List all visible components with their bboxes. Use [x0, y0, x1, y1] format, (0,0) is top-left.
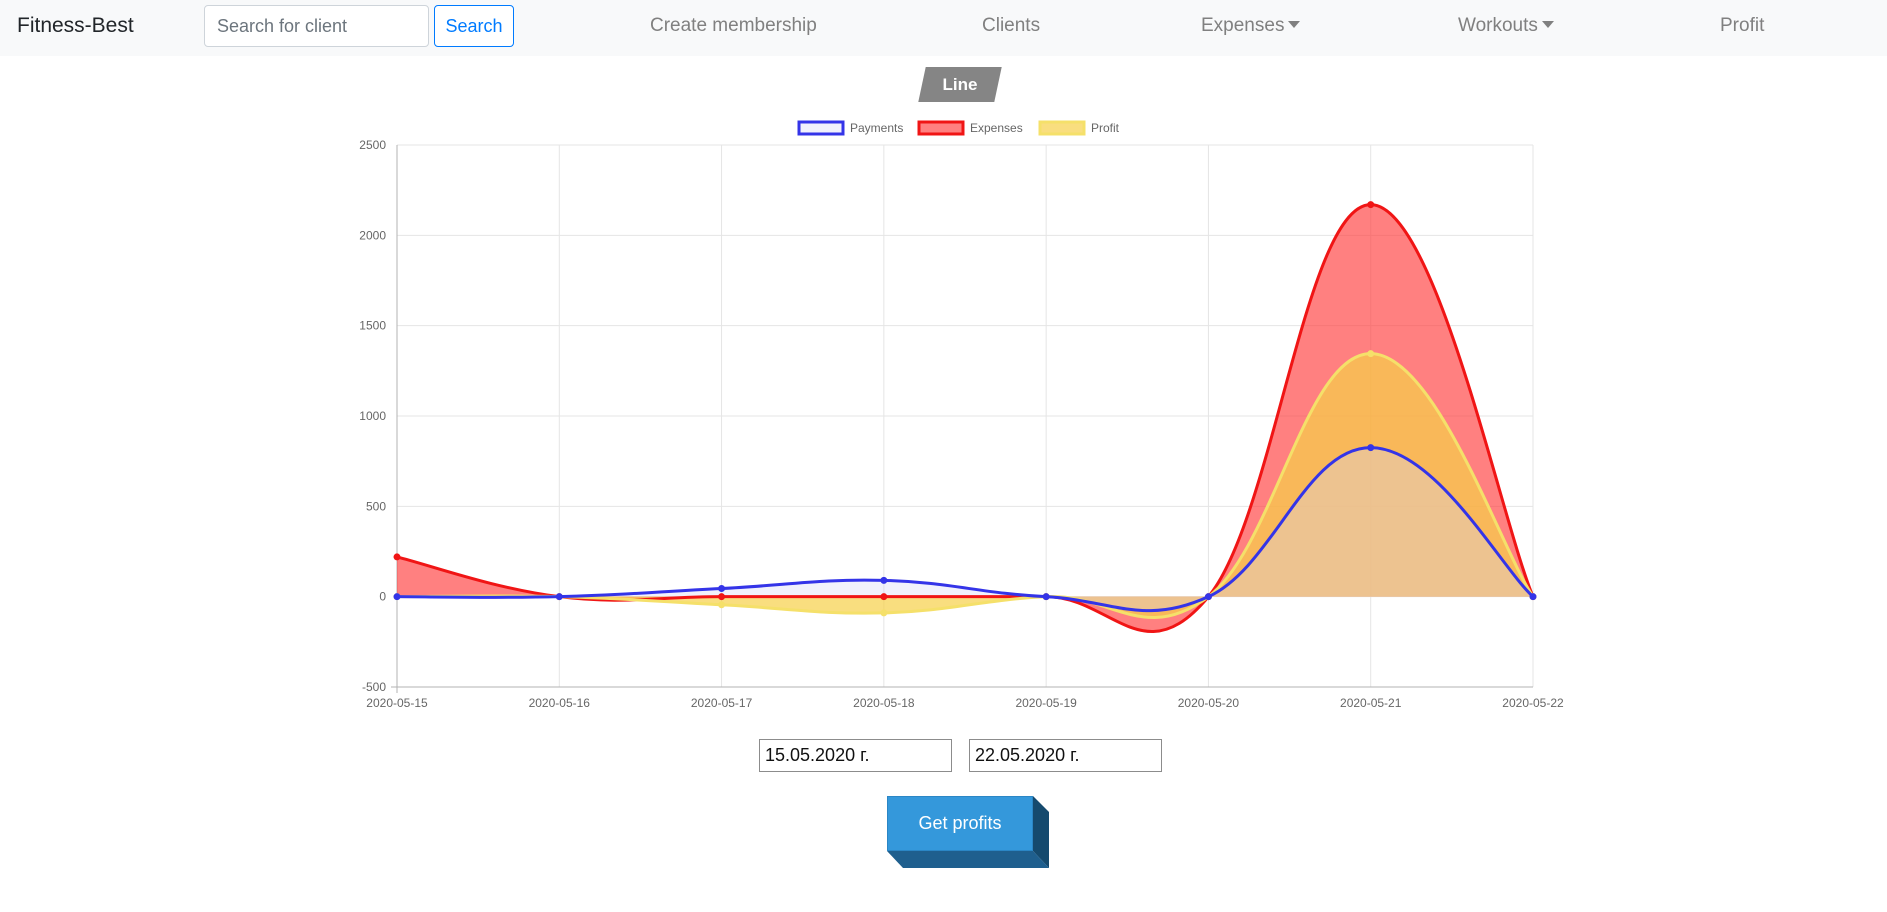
x-tick-label: 2020-05-21	[1340, 696, 1402, 710]
y-tick-label: -500	[362, 680, 386, 694]
data-point-payments	[1042, 593, 1050, 601]
series-area-payments	[397, 447, 1533, 611]
data-point-payments	[555, 593, 563, 601]
data-point-expenses	[880, 593, 888, 601]
nav-clients[interactable]: Clients	[982, 15, 1040, 37]
legend-label-profit: Profit	[1091, 121, 1120, 135]
chart-type-label: Line	[942, 75, 978, 94]
nav-workouts-label: Workouts	[1458, 15, 1538, 36]
data-point-expenses	[393, 553, 401, 561]
legend-label-payments: Payments	[850, 121, 903, 135]
x-tick-label: 2020-05-19	[1015, 696, 1077, 710]
nav-profit[interactable]: Profit	[1720, 15, 1764, 37]
y-tick-label: 2000	[359, 228, 386, 242]
date-from-input[interactable]	[759, 739, 952, 772]
get-profits-label: Get profits	[918, 813, 1002, 833]
y-tick-label: 2500	[359, 138, 386, 152]
x-tick-label: 2020-05-17	[691, 696, 753, 710]
data-point-payments	[1367, 444, 1375, 452]
y-tick-label: 1000	[359, 409, 386, 423]
search-button[interactable]: Search	[434, 5, 514, 47]
legend-swatch-payments	[797, 120, 845, 136]
data-point-expenses	[718, 593, 726, 601]
caret-down-icon	[1541, 21, 1554, 28]
legend-swatch-expenses	[917, 120, 965, 136]
nav-expenses-label: Expenses	[1201, 15, 1285, 36]
nav-workouts-dropdown[interactable]: Workouts	[1458, 15, 1554, 37]
data-point-profit	[1367, 350, 1375, 358]
data-point-expenses	[1367, 201, 1375, 209]
legend-swatch-profit	[1038, 120, 1086, 136]
y-tick-label: 1500	[359, 319, 386, 333]
data-point-payments	[880, 576, 888, 584]
y-tick-label: 0	[379, 590, 386, 604]
x-tick-label: 2020-05-22	[1502, 696, 1564, 710]
date-to-input[interactable]	[969, 739, 1162, 772]
profit-chart: 2500 2000 1500 1000 500 0 -500 2020-05-15 2020-0…	[359, 120, 1564, 710]
nav-expenses-dropdown[interactable]: Expenses	[1201, 15, 1301, 37]
data-point-payments	[718, 585, 726, 593]
x-tick-label: 2020-05-20	[1178, 696, 1240, 710]
navbar: Fitness-Best Search Create membership Cl…	[0, 0, 1887, 56]
data-point-profit	[718, 601, 726, 609]
search-input[interactable]	[204, 5, 429, 47]
x-tick-label: 2020-05-15	[366, 696, 428, 710]
legend-label-expenses: Expenses	[970, 121, 1023, 135]
data-point-payments	[1204, 593, 1212, 601]
data-point-profit	[880, 609, 888, 617]
data-point-payments	[1529, 593, 1537, 601]
chart-type-toggle[interactable]: Line	[918, 67, 1002, 102]
y-tick-label: 500	[366, 499, 386, 513]
x-tick-label: 2020-05-18	[853, 696, 915, 710]
caret-down-icon	[1288, 21, 1301, 28]
nav-create-membership[interactable]: Create membership	[650, 15, 817, 37]
data-point-payments	[393, 593, 401, 601]
brand-logo[interactable]: Fitness-Best	[17, 14, 134, 38]
x-tick-label: 2020-05-16	[529, 696, 591, 710]
get-profits-button[interactable]: Get profits	[887, 796, 1049, 868]
